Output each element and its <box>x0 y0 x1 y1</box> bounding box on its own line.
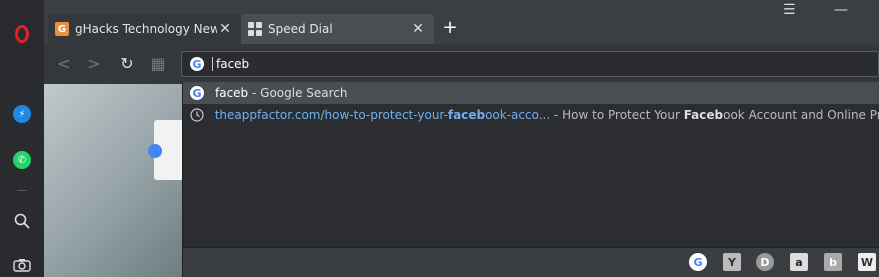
suggestion-history[interactable]: theappfactor.com/how-to-protect-your-fac… <box>183 104 879 126</box>
google-icon: G <box>190 57 204 71</box>
history-clock-icon <box>189 107 205 123</box>
whatsapp-icon[interactable]: ✆ <box>12 150 32 170</box>
wikipedia-engine-icon[interactable]: W <box>858 253 876 271</box>
yahoo-engine-icon[interactable]: Y <box>723 253 741 271</box>
sidebar: ⚡ ✆ <box>0 0 45 277</box>
opera-logo-icon[interactable] <box>12 24 32 44</box>
suggestion-text: faceb - Google Search <box>215 86 348 100</box>
suggestion-text: theappfactor.com/how-to-protect-your-fac… <box>214 108 879 122</box>
back-button[interactable]: < <box>54 54 74 74</box>
reload-button[interactable]: ↻ <box>117 54 137 74</box>
tab-title: Speed Dial <box>268 22 333 36</box>
amazon-engine-icon[interactable]: a <box>790 253 808 271</box>
search-icon[interactable] <box>12 211 32 231</box>
bing-engine-icon[interactable]: b <box>824 253 842 271</box>
close-icon[interactable]: ✕ <box>217 21 233 37</box>
tabs-grid-button[interactable]: ▦ <box>148 54 168 74</box>
tab-title: gHacks Technology News <box>75 22 217 36</box>
camera-icon[interactable] <box>12 255 32 275</box>
menu-icon[interactable]: ☰ <box>783 2 796 18</box>
navigation-bar: < > ↻ ▦ G faceb <box>44 44 879 84</box>
sidebar-separator <box>17 190 27 191</box>
suggestion-search[interactable]: G faceb - Google Search <box>183 82 879 104</box>
duckduckgo-engine-icon[interactable]: D <box>756 253 774 271</box>
close-icon[interactable]: ✕ <box>410 21 426 37</box>
google-engine-icon[interactable]: G <box>689 253 707 271</box>
minimize-button[interactable]: — <box>834 2 848 18</box>
address-input[interactable]: faceb <box>212 57 249 71</box>
google-icon: G <box>189 85 205 101</box>
address-bar[interactable]: G faceb <box>181 51 879 77</box>
speed-dial-page <box>44 84 184 277</box>
search-engine-bar: G Y D a b W <box>183 247 879 277</box>
messenger-icon[interactable]: ⚡ <box>12 104 32 124</box>
speed-dial-icon <box>248 22 262 36</box>
ghacks-favicon-icon: G <box>55 22 69 36</box>
speed-dial-tile[interactable] <box>148 120 184 180</box>
forward-button[interactable]: > <box>84 54 104 74</box>
suggestion-dropdown: G faceb - Google Search theappfactor.com… <box>182 82 879 277</box>
new-tab-button[interactable]: + <box>441 19 459 37</box>
tab-speed-dial[interactable]: Speed Dial ✕ <box>241 14 434 44</box>
tab-ghacks[interactable]: G gHacks Technology News ✕ <box>48 14 241 44</box>
tab-bar: G gHacks Technology News ✕ Speed Dial ✕ … <box>44 0 879 44</box>
